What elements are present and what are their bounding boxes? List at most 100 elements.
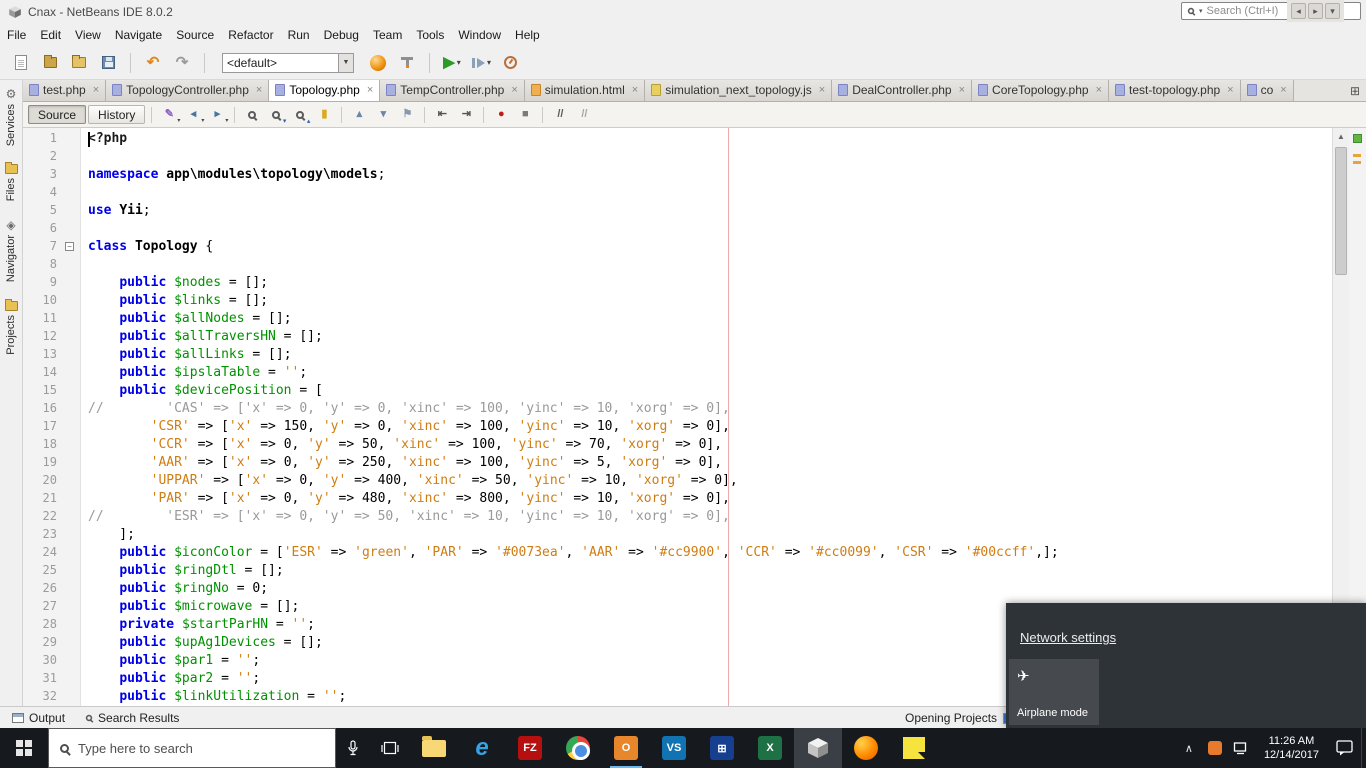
tab-coretopology-php[interactable]: CoreTopology.php × (972, 80, 1109, 101)
warning-mark[interactable] (1353, 154, 1361, 157)
redo-button[interactable]: ↷ (169, 50, 195, 76)
task-view-button[interactable] (370, 728, 410, 768)
taskbar-search-input[interactable]: Type here to search (48, 728, 336, 768)
find-next-button[interactable]: ▾ (265, 105, 287, 125)
sidebar-item-projects[interactable]: Projects (4, 298, 18, 357)
new-file-button[interactable] (8, 50, 34, 76)
chrome-button[interactable] (554, 728, 602, 768)
tab-topologycontroller-php[interactable]: TopologyController.php × (106, 80, 270, 101)
chevron-down-icon[interactable]: ▼ (338, 53, 353, 72)
tab-test-topology-php[interactable]: test-topology.php × (1109, 80, 1241, 101)
tab-simulation-html[interactable]: simulation.html × (524, 80, 646, 101)
tab-list-button[interactable]: ▾ (1325, 3, 1340, 19)
menu-help[interactable]: Help (508, 26, 547, 44)
menu-navigate[interactable]: Navigate (108, 26, 169, 44)
history-view-button[interactable]: History (88, 105, 146, 124)
tab-dealcontroller-php[interactable]: DealController.php × (832, 80, 973, 101)
save-all-button[interactable] (95, 50, 121, 76)
new-project-button[interactable] (37, 50, 63, 76)
find-selection-button[interactable] (241, 105, 263, 125)
edge-button[interactable]: e (458, 728, 506, 768)
hidden-icons-button[interactable]: ∧ (1176, 728, 1202, 768)
shift-right-button[interactable]: ⇥ (455, 105, 477, 125)
close-tab-icon[interactable]: × (256, 84, 262, 96)
comment-button[interactable]: // (549, 105, 571, 125)
maximize-editor-button[interactable]: ⊞ (1346, 82, 1364, 100)
tab-tempcontroller-php[interactable]: TempController.php × (380, 80, 525, 101)
next-bookmark-button[interactable]: ▾ (372, 105, 394, 125)
tab-topology-php[interactable]: Topology.php × (269, 80, 381, 101)
shift-left-button[interactable]: ⇤ (431, 105, 453, 125)
output-window-button[interactable]: Output (8, 709, 69, 727)
menu-window[interactable]: Window (451, 26, 508, 44)
network-tray-button[interactable] (1228, 728, 1254, 768)
file-explorer-button[interactable] (410, 728, 458, 768)
show-desktop-button[interactable] (1361, 728, 1366, 768)
start-button[interactable] (0, 728, 48, 768)
toggle-highlight-button[interactable]: ▮ (313, 105, 335, 125)
warning-mark[interactable] (1353, 161, 1361, 164)
config-select[interactable]: <default> ▼ (222, 52, 354, 73)
undo-button[interactable]: ↶ (140, 50, 166, 76)
stop-macro-button[interactable]: ■ (514, 105, 536, 125)
vscode-button[interactable]: VS (650, 728, 698, 768)
code-fold-toggle[interactable]: − (65, 242, 74, 251)
close-tab-icon[interactable]: × (632, 84, 638, 96)
close-tab-icon[interactable]: × (819, 84, 825, 96)
profile-button[interactable] (497, 50, 523, 76)
tab-test-php[interactable]: test.php × (23, 80, 107, 101)
back-button[interactable]: ◂ ▾ (182, 105, 205, 125)
outlook-button[interactable]: O (602, 728, 650, 768)
clean-build-button[interactable] (394, 50, 420, 76)
record-macro-button[interactable]: ● (490, 105, 512, 125)
netbeans-button[interactable] (794, 728, 842, 768)
line-number-gutter[interactable]: 1 2 3 4 5 6 7 8 9 10 11 12 13 14 15 16 17 18 19 20 21 22 23 24 2… (23, 128, 81, 706)
filezilla-button[interactable]: FZ (506, 728, 554, 768)
previous-bookmark-button[interactable]: ▴ (348, 105, 370, 125)
close-tab-icon[interactable]: × (1227, 84, 1233, 96)
sidebar-item-services[interactable]: ⚙ Services (5, 86, 17, 148)
store-button[interactable]: ⊞ (698, 728, 746, 768)
menu-team[interactable]: Team (366, 26, 409, 44)
close-tab-icon[interactable]: × (959, 84, 965, 96)
taskbar-clock[interactable]: 11:26 AM 12/14/2017 (1264, 734, 1319, 762)
tab-co[interactable]: co × (1240, 80, 1294, 101)
sidebar-item-navigator[interactable]: ◈ Navigator (5, 217, 17, 284)
scroll-tabs-left-button[interactable]: ◂ (1291, 3, 1306, 19)
menu-run[interactable]: Run (281, 26, 317, 44)
debug-button[interactable]: ▾ (468, 50, 494, 76)
menu-refactor[interactable]: Refactor (221, 26, 280, 44)
menu-tools[interactable]: Tools (409, 26, 451, 44)
source-view-button[interactable]: Source (28, 105, 87, 124)
menu-debug[interactable]: Debug (317, 26, 366, 44)
tray-app-button[interactable] (1202, 728, 1228, 768)
action-center-button[interactable] (1329, 728, 1361, 768)
tab-simulation-next-topology-js[interactable]: simulation_next_topology.js × (645, 80, 833, 101)
excel-button[interactable]: X (746, 728, 794, 768)
toggle-bookmark-button[interactable]: ⚑ (396, 105, 418, 125)
build-project-button[interactable] (365, 50, 391, 76)
menu-source[interactable]: Source (169, 26, 221, 44)
last-edit-button[interactable]: ✎ ▾ (158, 105, 181, 125)
menu-edit[interactable]: Edit (33, 26, 68, 44)
close-tab-icon[interactable]: × (511, 84, 517, 96)
airplane-mode-tile[interactable]: ✈ Airplane mode (1009, 659, 1099, 725)
open-project-button[interactable] (66, 50, 92, 76)
scrollbar-thumb[interactable] (1335, 147, 1347, 275)
scroll-tabs-right-button[interactable]: ▸ (1308, 3, 1323, 19)
scroll-up-icon[interactable]: ▲ (1333, 128, 1349, 145)
close-tab-icon[interactable]: × (1096, 84, 1102, 96)
close-tab-icon[interactable]: × (93, 84, 99, 96)
menu-file[interactable]: File (0, 26, 33, 44)
forward-button[interactable]: ▸ ▾ (206, 105, 229, 125)
menu-view[interactable]: View (68, 26, 108, 44)
microphone-button[interactable] (336, 728, 370, 768)
firefox-button[interactable] (842, 728, 890, 768)
uncomment-button[interactable]: // (573, 105, 595, 125)
sidebar-item-files[interactable]: Files (4, 162, 18, 203)
search-results-window-button[interactable]: Search Results (81, 709, 183, 727)
sticky-notes-button[interactable] (890, 728, 938, 768)
run-button[interactable]: ▶ ▾ (439, 50, 465, 76)
find-previous-button[interactable]: ▴ (289, 105, 311, 125)
close-tab-icon[interactable]: × (367, 84, 373, 96)
